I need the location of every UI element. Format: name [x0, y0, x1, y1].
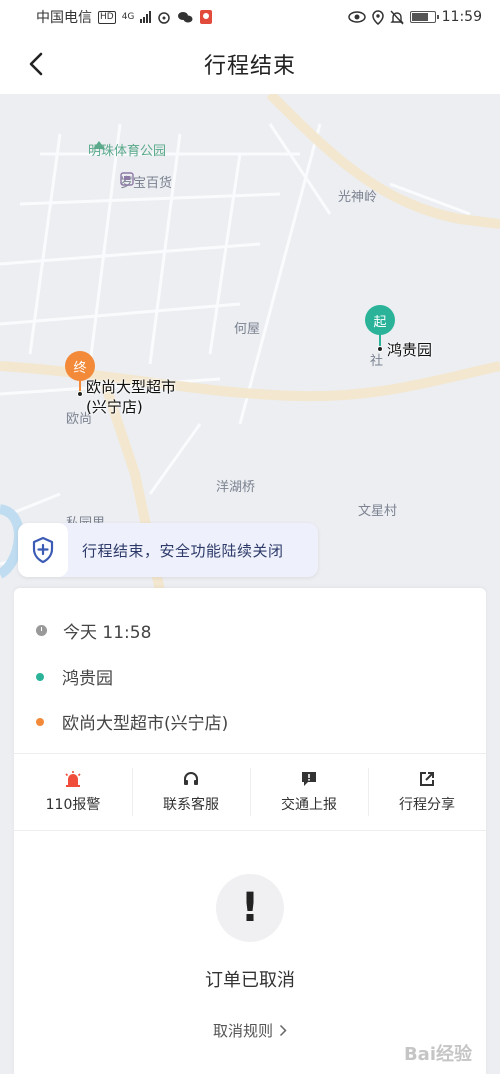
shield-plus-icon	[18, 523, 68, 577]
map-label-she: 社	[370, 354, 384, 369]
trip-time-row: 今天 11:58	[36, 618, 151, 643]
trip-start: 鸿贵园	[62, 669, 113, 689]
safety-banner[interactable]: 行程结束，安全功能陆续关闭	[18, 523, 318, 577]
divider	[14, 830, 486, 831]
chevron-right-icon	[279, 1024, 287, 1037]
traffic-report-label: 交通上报	[281, 797, 337, 813]
back-button[interactable]	[22, 50, 50, 78]
share-icon	[420, 772, 434, 786]
page-title: 行程结束	[203, 54, 296, 79]
trip-start-row: 鸿贵园	[36, 664, 113, 689]
carrier-name: 中国电信	[36, 10, 92, 26]
trip-info-card: 今天 11:58 鸿贵园 欧尚大型超市(兴宁店) 110报警 联系客服 交通上报…	[14, 588, 486, 1074]
cancel-rules-label: 取消规则	[212, 1022, 273, 1040]
signal-icon	[140, 11, 152, 23]
nav-bar: 行程结束	[0, 34, 500, 94]
contact-service-label: 联系客服	[163, 797, 219, 813]
start-marker-point	[377, 346, 383, 352]
start-place-label: 鸿贵园	[387, 341, 433, 359]
network-type: 4G	[121, 11, 135, 22]
map-label-hewu: 何屋	[234, 322, 261, 337]
order-status: 订单已取消	[205, 970, 295, 991]
status-bar: 中国电信 HD 4G 11:59	[0, 0, 500, 34]
action-bar: 110报警 联系客服 交通上报 行程分享	[14, 754, 486, 830]
map-label-yanghuqiao: 洋湖桥	[216, 480, 256, 495]
end-dot-icon	[36, 717, 44, 726]
start-marker[interactable]: 起	[365, 305, 395, 335]
end-marker-point	[77, 391, 83, 397]
battery-icon	[409, 11, 439, 23]
safety-banner-text: 行程结束，安全功能陆续关闭	[82, 541, 284, 560]
watermark: Bai经验	[403, 1044, 472, 1065]
alarm-siren-icon	[65, 771, 81, 787]
cancel-rules-link[interactable]: 取消规则	[14, 1020, 486, 1041]
app-notification-icon	[200, 10, 213, 24]
shopping-icon	[120, 172, 134, 186]
mountain-icon	[93, 141, 105, 149]
call-police-button[interactable]: 110报警	[14, 754, 132, 830]
map-label-store: 岁宝百货	[120, 172, 172, 191]
traffic-report-button[interactable]: 交通上报	[250, 754, 368, 830]
map-label-park: 明珠体育公园	[88, 140, 166, 159]
trip-end: 欧尚大型超市(兴宁店)	[62, 714, 229, 734]
end-place-label: 欧尚大型超市 (兴宁店)	[86, 377, 176, 417]
mute-bell-icon	[389, 10, 404, 24]
call-police-label: 110报警	[45, 797, 101, 813]
hd-badge: HD	[98, 10, 116, 24]
report-flag-icon	[302, 772, 316, 786]
eye-icon	[347, 11, 366, 23]
weibo-icon	[158, 12, 171, 24]
location-icon	[371, 9, 384, 25]
map-label-guangshenling: 光神岭	[338, 190, 378, 205]
end-place-label-line1: 欧尚大型超市	[86, 378, 177, 396]
trip-time: 今天 11:58	[63, 623, 152, 643]
start-dot-icon	[36, 672, 44, 681]
headset-icon	[184, 772, 198, 785]
exclamation-icon: !	[216, 874, 284, 942]
map-label-wenxingcun: 文星村	[358, 504, 398, 519]
wechat-icon	[178, 12, 193, 23]
clock-icon	[36, 625, 47, 636]
clock-time: 11:59	[441, 9, 482, 25]
contact-service-button[interactable]: 联系客服	[132, 754, 250, 830]
share-trip-label: 行程分享	[399, 797, 455, 813]
share-trip-button[interactable]: 行程分享	[368, 754, 486, 830]
chevron-left-icon	[29, 52, 43, 76]
end-place-label-line2: (兴宁店)	[86, 398, 143, 416]
trip-end-row: 欧尚大型超市(兴宁店)	[36, 709, 228, 734]
